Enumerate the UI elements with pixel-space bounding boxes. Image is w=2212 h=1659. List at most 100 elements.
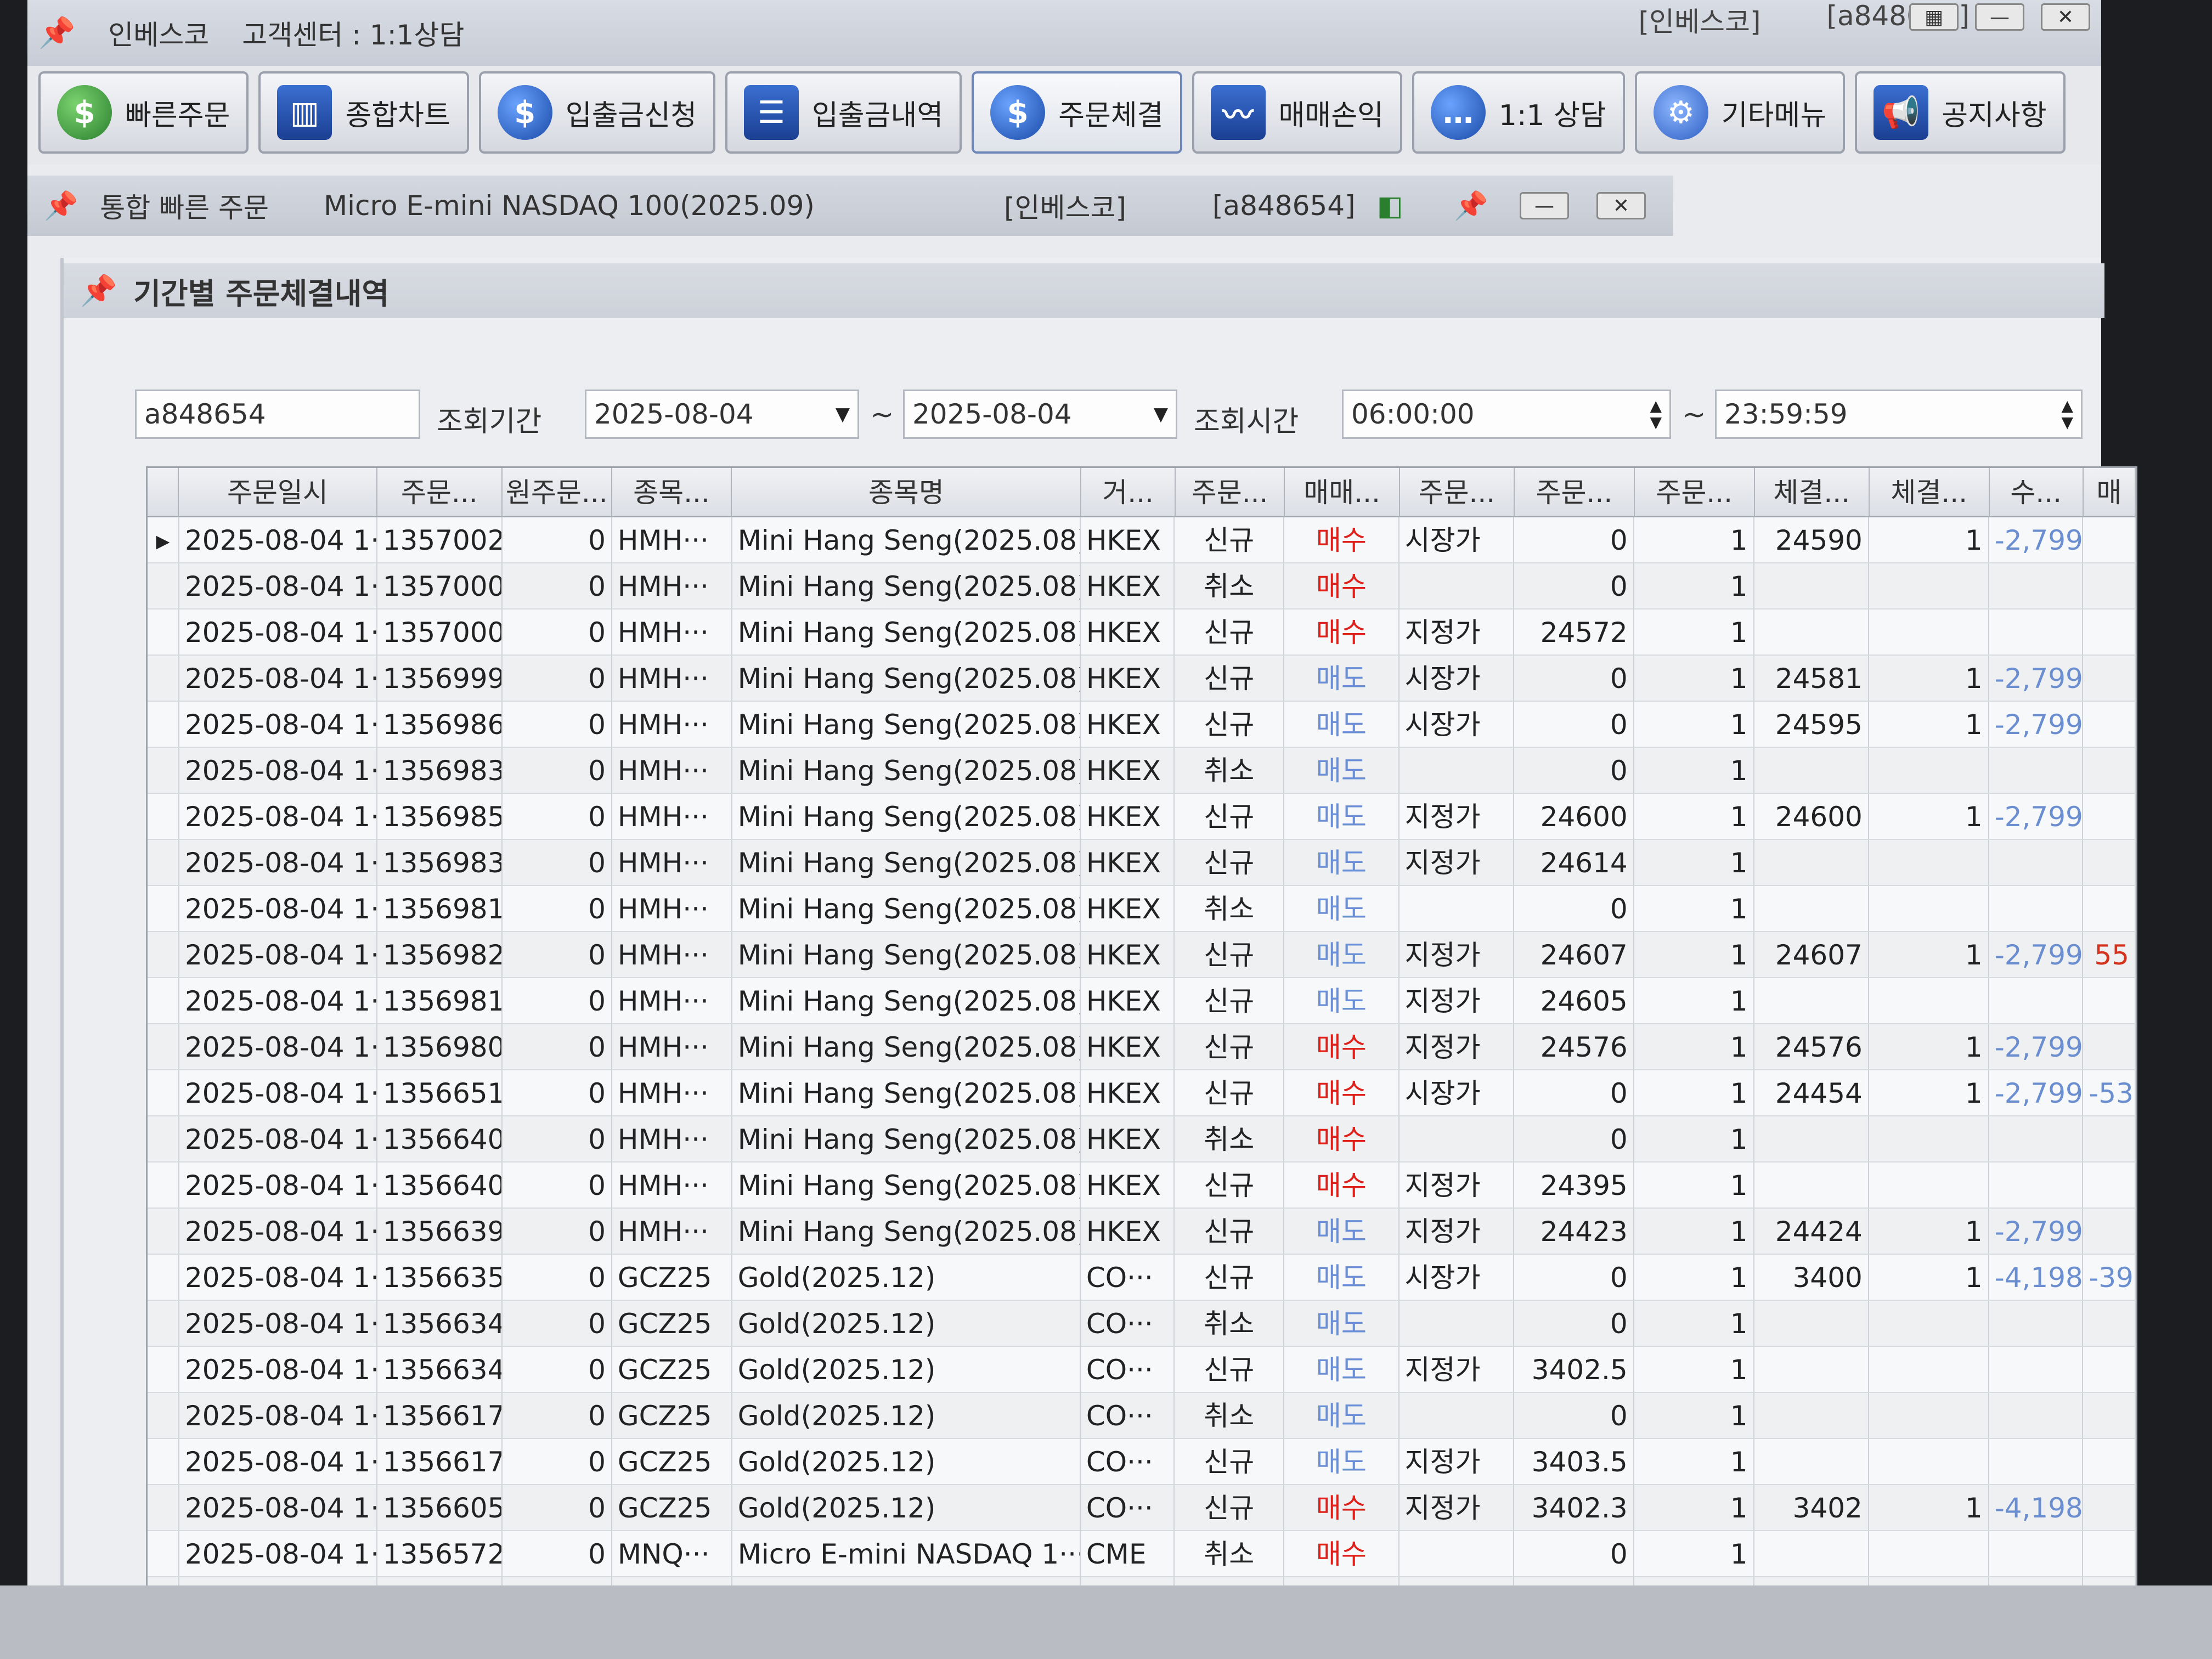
table-row[interactable]: 2025-08-04 1··· 1356981 0 HMH··· Mini Hang S… bbox=[148, 978, 2136, 1024]
table-row[interactable]: 2025-08-04 1··· 1357000 0 HMH··· Mini Hang S… bbox=[148, 563, 2136, 610]
window-controls: ▦ — ✕ bbox=[1909, 3, 2090, 31]
row-selector[interactable] bbox=[148, 1301, 179, 1347]
row-selector[interactable] bbox=[148, 794, 179, 840]
pin-icon[interactable]: 📌 bbox=[1454, 190, 1488, 222]
chat-button[interactable]: … 1:1 상담 bbox=[1412, 71, 1625, 154]
header-symbol-name[interactable]: 종목명 bbox=[732, 468, 1082, 517]
header-original-order[interactable]: 원주문... bbox=[502, 468, 612, 517]
deposit-history-button[interactable]: ☰ 입출금내역 bbox=[725, 71, 962, 154]
cell-fee bbox=[1989, 563, 2084, 610]
date-from-select[interactable]: 2025-08-04 ▼ bbox=[585, 390, 859, 439]
table-row[interactable]: 2025-08-04 1··· 1356635 0 GCZ25 Gold(2025.12… bbox=[148, 1255, 2136, 1301]
row-selector[interactable] bbox=[148, 702, 179, 748]
table-row[interactable]: 2025-08-04 1··· 1356983 0 HMH··· Mini Hang S… bbox=[148, 840, 2136, 886]
quick-order-button[interactable]: $ 빠른주문 bbox=[38, 71, 249, 154]
header-symbol-code[interactable]: 종목... bbox=[612, 468, 732, 517]
row-selector[interactable] bbox=[148, 840, 179, 886]
header-order-price[interactable]: 주문... bbox=[1515, 468, 1635, 517]
account-field[interactable]: a848654 bbox=[135, 390, 420, 439]
row-selector-arrow-icon[interactable]: ▸ bbox=[148, 517, 179, 563]
etc-menu-button[interactable]: ⚙ 기타메뉴 bbox=[1634, 71, 1846, 154]
chart-button[interactable]: ▥ 종합차트 bbox=[258, 71, 469, 154]
cell-order-datetime: 2025-08-04 1··· bbox=[179, 1163, 377, 1209]
table-row[interactable]: 2025-08-04 1··· 1356617 0 GCZ25 Gold(2025.12… bbox=[148, 1393, 2136, 1439]
table-row[interactable]: 2025-08-04 1··· 1356999 0 HMH··· Mini Hang S… bbox=[148, 656, 2136, 702]
header-pnl[interactable]: 매 bbox=[2083, 468, 2136, 517]
cell-side: 매수 bbox=[1284, 1485, 1400, 1531]
table-row[interactable]: 2025-08-04 1··· 1356983 0 HMH··· Mini Hang S… bbox=[148, 748, 2136, 794]
split-icon[interactable]: ◧ bbox=[1377, 190, 1403, 222]
row-selector[interactable] bbox=[148, 1439, 179, 1485]
row-selector[interactable] bbox=[148, 656, 179, 702]
table-row[interactable]: 2025-08-04 1··· 1357000 0 HMH··· Mini Hang S… bbox=[148, 610, 2136, 656]
minimize-button[interactable]: — bbox=[1520, 192, 1569, 219]
header-fill-price[interactable]: 체결... bbox=[1754, 468, 1870, 517]
table-row[interactable]: 2025-08-04 1··· 1356980 0 HMH··· Mini Hang S… bbox=[148, 1024, 2136, 1070]
row-selector[interactable] bbox=[148, 978, 179, 1024]
header-order-type[interactable]: 주문... bbox=[1175, 468, 1285, 517]
cell-fill-qty: 1 bbox=[1869, 1255, 1989, 1301]
table-row[interactable]: 2025-08-04 1··· 1356982 0 HMH··· Mini Hang S… bbox=[148, 932, 2136, 978]
row-selector[interactable] bbox=[148, 886, 179, 932]
quick-order-label: 빠른주문 bbox=[125, 99, 230, 132]
header-fill-qty[interactable]: 체결... bbox=[1869, 468, 1990, 517]
main-toolbar: $ 빠른주문 ▥ 종합차트 $ 입출금신청 ☰ 입출금내역 $ 주문체결 〰 매… bbox=[27, 71, 2101, 154]
row-selector[interactable] bbox=[148, 563, 179, 610]
cell-original-order: 0 bbox=[502, 978, 612, 1024]
header-exchange[interactable]: 거... bbox=[1081, 468, 1176, 517]
spinner-icon[interactable]: ▲ ▼ bbox=[1650, 398, 1662, 431]
header-order-no[interactable]: 주문... bbox=[377, 468, 503, 517]
row-selector[interactable] bbox=[148, 1347, 179, 1393]
row-selector[interactable] bbox=[148, 610, 179, 656]
table-row[interactable]: 2025-08-04 1··· 1356981 0 HMH··· Mini Hang S… bbox=[148, 886, 2136, 932]
table-row[interactable]: 2025-08-04 1··· 1356634 0 GCZ25 Gold(2025.12… bbox=[148, 1347, 2136, 1393]
row-selector[interactable] bbox=[148, 1531, 179, 1577]
row-selector[interactable] bbox=[148, 1485, 179, 1531]
header-fee[interactable]: 수... bbox=[1989, 468, 2084, 517]
row-selector[interactable] bbox=[148, 1024, 179, 1070]
table-row[interactable]: 2025-08-04 1··· 1356634 0 GCZ25 Gold(2025.12… bbox=[148, 1301, 2136, 1347]
pnl-button[interactable]: 〰 매매손익 bbox=[1192, 71, 1402, 154]
notice-button[interactable]: 📢 공지사항 bbox=[1855, 71, 2066, 154]
menu-customer-center[interactable]: 고객센터 : 1:1상담 bbox=[242, 13, 464, 53]
row-selector[interactable] bbox=[148, 1163, 179, 1209]
close-button[interactable]: ✕ bbox=[1596, 192, 1646, 219]
cell-order-datetime: 2025-08-04 1··· bbox=[179, 1255, 377, 1301]
table-row[interactable]: ▸ 2025-08-04 1··· 1357002 0 HMH··· Mini Hang … bbox=[148, 517, 2136, 563]
order-fill-button[interactable]: $ 주문체결 bbox=[972, 71, 1182, 154]
cell-exchange: HKEX bbox=[1080, 517, 1175, 563]
table-row[interactable]: 2025-08-04 1··· 1356985 0 HMH··· Mini Hang S… bbox=[148, 794, 2136, 840]
time-from-input[interactable]: 06:00:00 ▲ ▼ bbox=[1342, 390, 1671, 439]
deposit-request-button[interactable]: $ 입출금신청 bbox=[478, 71, 715, 154]
header-order-kind[interactable]: 주문... bbox=[1400, 468, 1515, 517]
table-row[interactable]: 2025-08-04 1··· 1356605 0 GCZ25 Gold(2025.12… bbox=[148, 1485, 2136, 1531]
row-selector[interactable] bbox=[148, 1393, 179, 1439]
close-button[interactable]: ✕ bbox=[2041, 3, 2090, 31]
row-selector[interactable] bbox=[148, 1255, 179, 1301]
row-selector[interactable] bbox=[148, 932, 179, 978]
row-selector[interactable] bbox=[148, 1209, 179, 1255]
deposit-history-label: 입출금내역 bbox=[811, 99, 944, 132]
cell-order-no: 1356986 bbox=[377, 702, 503, 748]
table-row[interactable]: 2025-08-04 1··· 1356639 0 HMH··· Mini Hang S… bbox=[148, 1209, 2136, 1255]
minimize-button[interactable]: — bbox=[1975, 3, 2024, 31]
date-from-value: 2025-08-04 bbox=[594, 398, 754, 430]
date-to-select[interactable]: 2025-08-04 ▼ bbox=[903, 390, 1177, 439]
table-row[interactable]: 2025-08-04 1···13565720MNQ···Micro E-min… bbox=[148, 1531, 2136, 1577]
time-to-input[interactable]: 23:59:59 ▲ ▼ bbox=[1715, 390, 2083, 439]
table-row[interactable]: 2025-08-04 1··· 1356651 0 HMH··· Mini Hang S… bbox=[148, 1070, 2136, 1116]
spinner-icon[interactable]: ▲ ▼ bbox=[2061, 398, 2073, 431]
table-row[interactable]: 2025-08-04 1··· 1356617 0 GCZ25 Gold(2025.12… bbox=[148, 1439, 2136, 1485]
header-side[interactable]: 매매... bbox=[1285, 468, 1400, 517]
header-order-qty[interactable]: 주문... bbox=[1634, 468, 1755, 517]
table-row[interactable]: 2025-08-04 1··· 1356640 0 HMH··· Mini Hang S… bbox=[148, 1116, 2136, 1163]
table-row[interactable]: 2025-08-04 1··· 1356986 0 HMH··· Mini Hang S… bbox=[148, 702, 2136, 748]
table-row[interactable]: 2025-08-04 1··· 1356640 0 HMH··· Mini Hang S… bbox=[148, 1163, 2136, 1209]
row-selector[interactable] bbox=[148, 748, 179, 794]
grid-icon[interactable]: ▦ bbox=[1909, 3, 1959, 31]
inner-instrument: Micro E-mini NASDAQ 100(2025.09) bbox=[324, 190, 815, 222]
row-selector[interactable] bbox=[148, 1116, 179, 1163]
cell-fill-qty bbox=[1869, 563, 1989, 610]
header-order-datetime[interactable]: 주문일시 bbox=[179, 468, 377, 517]
row-selector[interactable] bbox=[148, 1070, 179, 1116]
